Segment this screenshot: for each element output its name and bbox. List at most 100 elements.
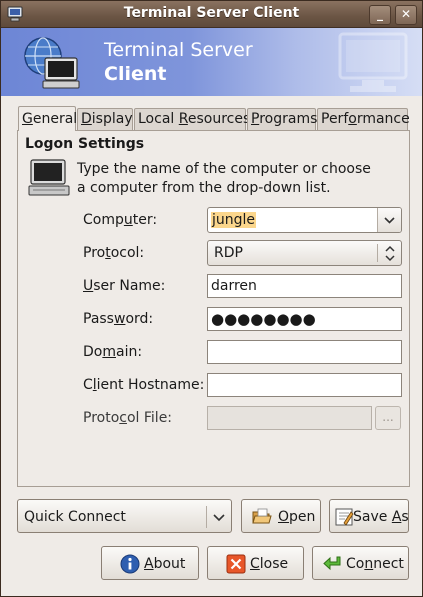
minimize-button[interactable]: _ [369, 5, 391, 25]
tab-performance-mnemonic: o [348, 111, 357, 127]
open-button[interactable]: Open [241, 499, 321, 533]
tab-performance-pre: Perf [321, 111, 349, 127]
connect-button-label: Connect [346, 555, 404, 573]
computer-icon [28, 159, 70, 196]
connect-button[interactable]: Connect [312, 546, 409, 580]
save-as-button-label: Save As [353, 508, 409, 526]
info-icon [120, 554, 140, 574]
up-down-arrows-icon [385, 245, 395, 262]
password-label: Password: [83, 310, 153, 328]
banner-title-line1: Terminal Server [104, 39, 253, 61]
banner-title: Terminal Server Client [104, 38, 253, 86]
save-as-button[interactable]: Save As [329, 499, 409, 533]
monitor-watermark-icon [338, 32, 408, 92]
about-button-label: About [144, 555, 185, 573]
client-hostname-input[interactable] [207, 373, 402, 397]
domain-label: Domain: [83, 343, 142, 361]
tab-performance-label: rmance [356, 111, 410, 127]
quick-connect-value: Quick Connect [24, 509, 126, 525]
about-rest: bout [153, 556, 186, 572]
username-label-mnemonic: U [83, 278, 94, 294]
close-icon [226, 554, 246, 574]
tab-display-mnemonic: D [81, 111, 92, 127]
logon-settings-heading: Logon Settings [25, 136, 145, 152]
protocol-file-label-mnemonic: c [119, 410, 127, 426]
protocol-label: Protocol: [83, 244, 144, 262]
domain-label-mnemonic: m [102, 344, 116, 360]
password-input[interactable]: ●●●●●●●● [207, 307, 402, 331]
tab-general-mnemonic: G [22, 111, 33, 127]
computer-input[interactable]: jungle [211, 212, 257, 228]
close-mnemonic: C [250, 556, 260, 572]
open-mnemonic: O [278, 509, 290, 525]
protocol-select[interactable]: RDP [207, 240, 402, 266]
quick-connect-select[interactable]: Quick Connect [17, 499, 232, 533]
banner-title-line2: Client [104, 63, 167, 85]
save-as-pre: Save [353, 509, 392, 525]
password-label-pre: Pass [83, 311, 114, 327]
title-bar[interactable]: Terminal Server Client _ ✕ [1, 1, 422, 28]
username-label-post: ser Name: [93, 278, 166, 294]
tab-local-resources-pre: Local [138, 111, 179, 127]
password-label-mnemonic: w [113, 311, 126, 327]
protocol-file-label-pre: Proto [83, 410, 120, 426]
username-label: User Name: [83, 277, 165, 295]
tab-display[interactable]: Display [77, 108, 133, 130]
arrow-icon [323, 556, 341, 571]
open-folder-icon [252, 508, 272, 524]
domain-label-post: ain: [116, 344, 143, 360]
close-button-label: Close [250, 555, 288, 573]
tab-performance[interactable]: Performance [317, 108, 410, 130]
open-rest: pen [289, 509, 316, 525]
header-banner: Terminal Server Client [1, 28, 422, 96]
domain-input[interactable] [207, 340, 402, 364]
tab-general-label: eneral [32, 111, 78, 127]
close-window-button[interactable]: ✕ [395, 5, 417, 25]
computer-value[interactable]: jungle [211, 211, 257, 229]
computer-combo[interactable]: jungle [207, 207, 402, 233]
protocol-file-label: Protocol File: [83, 409, 172, 427]
protocol-file-label-post: ol File: [126, 410, 173, 426]
tab-local-resources-label: esources [187, 111, 251, 127]
computer-label-post: ter: [132, 212, 158, 228]
connect-pre: Co [346, 556, 365, 572]
computer-dropdown-button[interactable] [377, 208, 401, 232]
tab-display-label: isplay [91, 111, 133, 127]
tab-local-resources[interactable]: Local Resources [134, 108, 250, 130]
protocol-separator [377, 244, 378, 262]
chevron-down-icon [384, 217, 395, 224]
window-title: Terminal Server Client [123, 5, 300, 21]
tab-programs-label: rograms [259, 111, 318, 127]
computer-label-mnemonic: u [123, 212, 133, 228]
protocol-file-input[interactable] [207, 406, 372, 430]
protocol-value: RDP [214, 245, 243, 261]
logon-instructions: Type the name of the computer or choose … [77, 161, 371, 196]
save-icon [335, 508, 354, 526]
tab-programs-mnemonic: P [251, 111, 260, 127]
tab-general[interactable]: General [18, 106, 78, 131]
about-button[interactable]: About [101, 546, 199, 580]
client-hostname-label-post: ient Hostname: [96, 377, 205, 393]
protocol-label-pre: Pro [83, 245, 106, 261]
tab-local-resources-mnemonic: R [178, 111, 188, 127]
password-label-post: ord: [125, 311, 154, 327]
client-hostname-label-pre: C [83, 377, 93, 393]
tab-programs[interactable]: Programs [247, 108, 318, 130]
quick-connect-separator [206, 506, 207, 528]
open-button-label: Open [278, 508, 315, 526]
protocol-label-post: ocol: [110, 245, 145, 261]
chevron-down-icon [213, 514, 225, 522]
computer-label: Computer: [83, 211, 157, 229]
main-window: Terminal Server Client _ ✕ Terminal Serv… [0, 0, 423, 597]
close-button[interactable]: Close [207, 546, 304, 580]
save-as-rest: s [401, 509, 409, 525]
save-as-mnemonic: A [391, 509, 402, 525]
protocol-file-browse-button[interactable]: ... [375, 406, 401, 430]
client-hostname-label: Client Hostname: [83, 376, 204, 394]
connect-rest: nect [373, 556, 404, 572]
username-input[interactable]: darren [207, 274, 402, 298]
close-rest: lose [259, 556, 289, 572]
connect-mnemonic: n [364, 556, 374, 572]
computer-globe-icon [24, 37, 80, 89]
domain-label-pre: Do [83, 344, 103, 360]
